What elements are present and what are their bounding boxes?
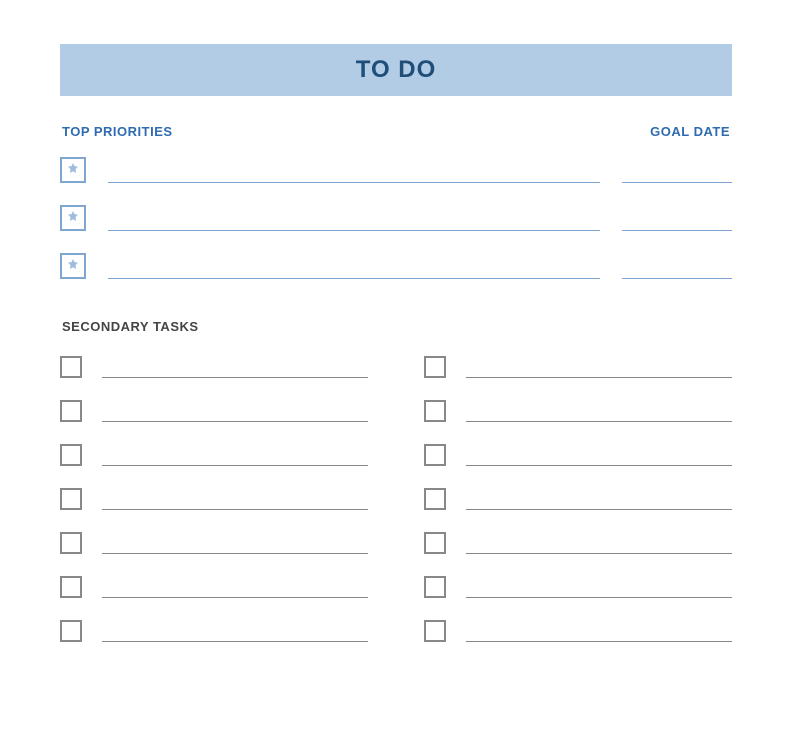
secondary-row (60, 356, 368, 378)
secondary-task-input[interactable] (466, 578, 732, 598)
goal-date-input[interactable] (622, 209, 732, 231)
task-checkbox[interactable] (424, 356, 446, 378)
secondary-task-input[interactable] (102, 446, 368, 466)
secondary-row (60, 444, 368, 466)
task-checkbox[interactable] (424, 532, 446, 554)
star-checkbox[interactable] (60, 157, 86, 183)
task-checkbox[interactable] (60, 532, 82, 554)
priority-row (60, 157, 732, 183)
title-bar: TO DO (60, 44, 732, 96)
priority-row (60, 205, 732, 231)
secondary-task-input[interactable] (466, 534, 732, 554)
secondary-row (60, 488, 368, 510)
star-icon (67, 161, 79, 179)
secondary-task-input[interactable] (466, 446, 732, 466)
secondary-row (60, 532, 368, 554)
task-checkbox[interactable] (424, 400, 446, 422)
priority-task-input[interactable] (108, 161, 600, 183)
secondary-task-input[interactable] (466, 402, 732, 422)
star-checkbox[interactable] (60, 205, 86, 231)
secondary-row (424, 488, 732, 510)
task-checkbox[interactable] (60, 620, 82, 642)
secondary-row (424, 576, 732, 598)
priorities-list (60, 157, 732, 279)
secondary-row (60, 576, 368, 598)
secondary-row (424, 356, 732, 378)
priority-task-input[interactable] (108, 257, 600, 279)
secondary-row (424, 444, 732, 466)
secondary-row (424, 532, 732, 554)
star-checkbox[interactable] (60, 253, 86, 279)
priorities-header-row: TOP PRIORITIES GOAL DATE (60, 124, 732, 139)
task-checkbox[interactable] (60, 400, 82, 422)
priority-task-input[interactable] (108, 209, 600, 231)
page-title: TO DO (60, 56, 732, 84)
goal-date-input[interactable] (622, 161, 732, 183)
secondary-task-input[interactable] (102, 402, 368, 422)
secondary-row (60, 400, 368, 422)
secondary-row (424, 400, 732, 422)
secondary-column-left (60, 356, 368, 642)
secondary-row (60, 620, 368, 642)
task-checkbox[interactable] (60, 488, 82, 510)
star-icon (67, 209, 79, 227)
secondary-task-input[interactable] (102, 578, 368, 598)
secondary-tasks-heading: SECONDARY TASKS (60, 319, 732, 334)
secondary-column-right (424, 356, 732, 642)
secondary-section: SECONDARY TASKS (60, 319, 732, 642)
task-checkbox[interactable] (60, 356, 82, 378)
task-checkbox[interactable] (424, 488, 446, 510)
secondary-task-input[interactable] (102, 622, 368, 642)
task-checkbox[interactable] (60, 576, 82, 598)
secondary-task-input[interactable] (102, 490, 368, 510)
star-icon (67, 257, 79, 275)
top-priorities-heading: TOP PRIORITIES (62, 124, 173, 139)
secondary-task-input[interactable] (102, 358, 368, 378)
secondary-columns (60, 356, 732, 642)
task-checkbox[interactable] (424, 444, 446, 466)
priority-row (60, 253, 732, 279)
secondary-task-input[interactable] (466, 358, 732, 378)
task-checkbox[interactable] (60, 444, 82, 466)
goal-date-input[interactable] (622, 257, 732, 279)
secondary-task-input[interactable] (466, 622, 732, 642)
secondary-task-input[interactable] (466, 490, 732, 510)
task-checkbox[interactable] (424, 576, 446, 598)
task-checkbox[interactable] (424, 620, 446, 642)
secondary-row (424, 620, 732, 642)
secondary-task-input[interactable] (102, 534, 368, 554)
goal-date-heading: GOAL DATE (650, 124, 730, 139)
